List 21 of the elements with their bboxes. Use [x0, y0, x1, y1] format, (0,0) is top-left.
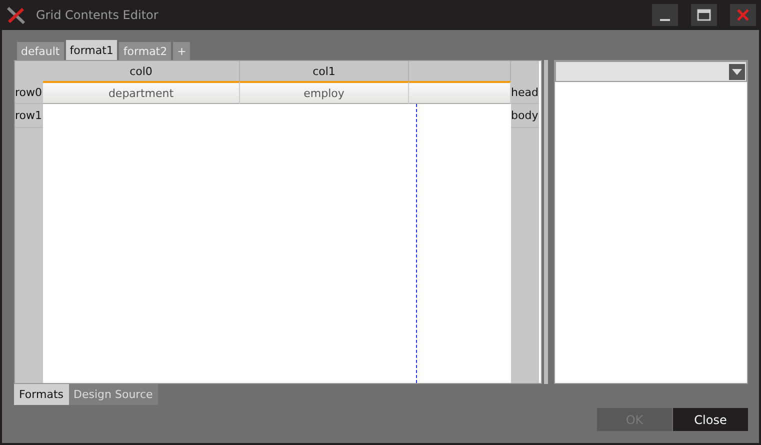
- row-header: row0: [15, 81, 43, 104]
- maximize-button[interactable]: [691, 4, 717, 26]
- format-tab[interactable]: format1: [66, 40, 118, 60]
- grid-cell[interactable]: employ: [240, 81, 409, 104]
- minimize-icon: [660, 19, 670, 21]
- column-header: col1: [240, 61, 409, 81]
- app-logo-icon: [6, 5, 26, 25]
- dropdown[interactable]: [555, 61, 747, 82]
- column-header: col0: [43, 61, 240, 81]
- grid-cell[interactable]: department: [43, 81, 240, 104]
- section-label: head: [511, 81, 539, 104]
- maximize-icon: [697, 9, 711, 21]
- section-label: body: [511, 104, 539, 128]
- view-tab[interactable]: Formats: [14, 384, 68, 405]
- header-corner: [511, 61, 539, 81]
- close-icon: [736, 8, 750, 22]
- grid-cell[interactable]: [409, 81, 511, 104]
- minimize-button[interactable]: [652, 4, 678, 26]
- row-header: row1: [15, 104, 43, 128]
- window-title: Grid Contents Editor: [36, 8, 160, 22]
- dialog-button[interactable]: Close: [673, 408, 748, 431]
